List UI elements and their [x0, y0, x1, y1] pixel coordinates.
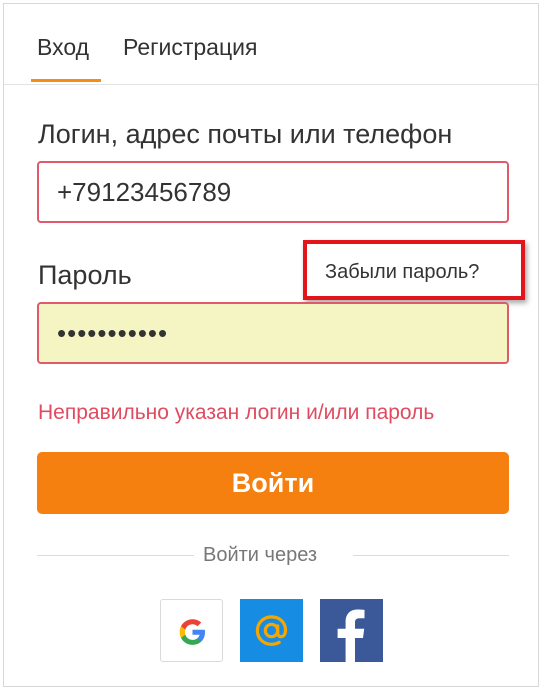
divider-line-right [353, 555, 509, 556]
social-login-caption: Войти через [203, 544, 318, 566]
forgot-password-highlight: Забыли пароль? [303, 240, 525, 300]
auth-tabs: Вход Регистрация [4, 4, 538, 85]
login-submit-button[interactable]: Войти [37, 452, 509, 514]
tab-login[interactable]: Вход [37, 34, 89, 61]
active-tab-indicator [31, 79, 101, 82]
facebook-icon [337, 609, 365, 662]
password-input[interactable] [37, 302, 509, 364]
error-message: Неправильно указан логин и/или пароль [38, 401, 435, 424]
tab-register[interactable]: Регистрация [123, 34, 257, 61]
password-field-label: Пароль [38, 260, 132, 290]
facebook-login-button[interactable] [320, 599, 383, 662]
google-icon [179, 619, 205, 645]
login-panel: Вход Регистрация Логин, адрес почты или … [3, 3, 539, 687]
mail-at-icon [255, 615, 288, 646]
google-login-button[interactable] [160, 599, 223, 662]
login-input[interactable] [37, 161, 509, 223]
forgot-password-link[interactable]: Забыли пароль? [325, 261, 479, 284]
divider-line-left [37, 555, 194, 556]
mail-login-button[interactable] [240, 599, 303, 662]
login-field-label: Логин, адрес почты или телефон [38, 119, 453, 149]
